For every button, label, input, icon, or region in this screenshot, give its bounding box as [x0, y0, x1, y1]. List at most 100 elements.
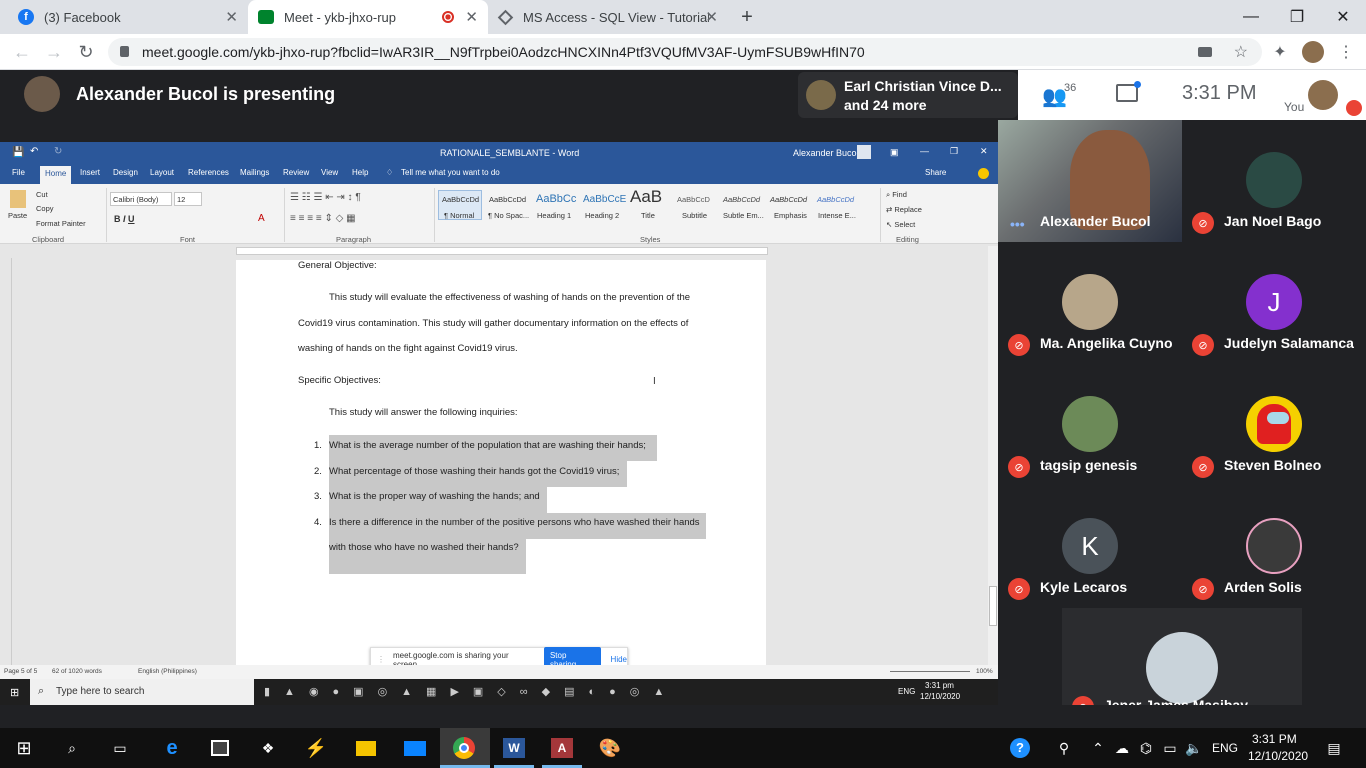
- participant-name: Kyle Lecaros: [1040, 579, 1128, 595]
- among-us-icon: [1257, 404, 1291, 444]
- vertical-scrollbar: [988, 246, 998, 665]
- participant-count: 36: [1064, 82, 1077, 94]
- speaking-icon: •••: [1010, 216, 1025, 232]
- volume-icon[interactable]: 🔈: [1182, 736, 1206, 760]
- participant-name: Arden Solis: [1224, 579, 1302, 595]
- new-tab-button[interactable]: +: [736, 6, 758, 28]
- chevron-up-icon[interactable]: ⌃: [1086, 736, 1110, 760]
- participant-avatar: [1246, 152, 1302, 208]
- participant-avatar: [1062, 396, 1118, 452]
- participant-tile[interactable]: ⊘ Jan Noel Bago: [1182, 120, 1366, 242]
- access-logo-shape: A: [551, 738, 573, 758]
- close-icon[interactable]: ✕: [465, 8, 478, 26]
- app-icon[interactable]: ⚡: [304, 736, 328, 760]
- search-icon[interactable]: ⌕: [60, 736, 84, 760]
- reload-icon[interactable]: ↻: [74, 40, 98, 64]
- participant-tile[interactable]: ⊘ Ma. Angelika Cuyno: [998, 242, 1182, 364]
- restore-button[interactable]: ❐: [1274, 0, 1320, 34]
- divider: [880, 188, 881, 242]
- url-text: meet.google.com/ykb-jhxo-rup?fbclid=IwAR…: [142, 44, 865, 60]
- file-explorer-icon[interactable]: [354, 736, 378, 760]
- cloud-icon[interactable]: ☁: [1110, 736, 1134, 760]
- address-bar[interactable]: meet.google.com/ykb-jhxo-rup?fbclid=IwAR…: [108, 38, 1262, 66]
- star-icon[interactable]: ☆: [1234, 42, 1248, 62]
- language-indicator[interactable]: ENG: [1212, 741, 1238, 755]
- forward-icon[interactable]: →: [42, 40, 66, 64]
- close-window-button[interactable]: ✕: [1320, 0, 1366, 34]
- extensions-icon[interactable]: ✦: [1268, 40, 1292, 64]
- task-view-icon[interactable]: ▭: [108, 736, 132, 760]
- font-color-icon: A: [258, 213, 265, 224]
- you-label: You: [1284, 100, 1305, 114]
- back-icon[interactable]: ←: [10, 40, 34, 64]
- undo-icon: ↶: [30, 146, 39, 157]
- tab-design: Design: [113, 168, 138, 177]
- lock-icon: [120, 46, 129, 57]
- close-icon[interactable]: ✕: [705, 8, 718, 26]
- participant-tile[interactable]: ⊘ Steven Bolneo: [1182, 364, 1366, 486]
- word-icon[interactable]: W: [502, 736, 526, 760]
- network-icon[interactable]: ⌬: [1134, 736, 1158, 760]
- help-icon[interactable]: ?: [1008, 736, 1032, 760]
- style-label: Title: [641, 211, 655, 220]
- find-label: ⌕ Find: [886, 190, 907, 199]
- windows-start-icon[interactable]: ⊞: [12, 736, 36, 760]
- format-painter-label: Format Painter: [36, 219, 86, 228]
- style-label: Heading 2: [585, 211, 620, 220]
- word-title-bar: 💾 ↶ ↻ RATIONALE_SEMBLANTE - Word Alexand…: [0, 142, 998, 164]
- tab-label: Meet - ykb-jhxo-rup: [284, 9, 396, 25]
- presenter-avatar: [24, 76, 60, 112]
- store-icon[interactable]: [208, 736, 232, 760]
- profile-avatar[interactable]: [1302, 41, 1324, 63]
- cut-label: Cut: [36, 190, 48, 199]
- battery-icon[interactable]: ▭: [1158, 736, 1182, 760]
- style-label: ¶ Normal: [444, 211, 475, 220]
- style-label: Emphasis: [774, 211, 807, 220]
- participant-tile[interactable]: ⊘ tagsip genesis: [998, 364, 1182, 486]
- inner-time: 3:31 pm: [925, 681, 954, 690]
- word-user: Alexander Bucol: [793, 148, 859, 158]
- participant-name: Alexander Bucol: [1040, 213, 1151, 229]
- people-icon[interactable]: ⚲: [1052, 736, 1076, 760]
- participant-tile[interactable]: J ⊘ Judelyn Salamanca: [1182, 242, 1366, 364]
- tab-facebook[interactable]: f (3) Facebook ✕: [8, 0, 248, 34]
- word-ribbon-tabs: File Home Insert Design Layout Reference…: [0, 164, 998, 184]
- camera-icon[interactable]: [1198, 47, 1212, 57]
- page-count: Page 5 of 5: [4, 668, 38, 675]
- dropbox-icon[interactable]: ❖: [256, 736, 280, 760]
- minimize-button[interactable]: —: [1228, 0, 1274, 34]
- search-icon: ⌕: [38, 685, 45, 697]
- inner-date: 12/10/2020: [920, 692, 961, 701]
- bold-icon: B I U: [114, 214, 135, 224]
- participant-tile[interactable]: K ⊘ Kyle Lecaros: [998, 486, 1182, 608]
- participant-avatar: [1246, 396, 1302, 452]
- tab-ms-access[interactable]: MS Access - SQL View - Tutorials ✕: [488, 0, 728, 34]
- mail-icon[interactable]: [403, 736, 427, 760]
- chrome-icon[interactable]: [452, 736, 476, 760]
- meet-bottom-gap: [0, 705, 1366, 728]
- shared-screen: 💾 ↶ ↻ RATIONALE_SEMBLANTE - Word Alexand…: [0, 142, 998, 705]
- tab-label: MS Access - SQL View - Tutorials: [523, 9, 709, 25]
- others-chip[interactable]: Earl Christian Vince D... and 24 more: [798, 72, 1018, 118]
- participant-tile-alexander[interactable]: ••• Alexander Bucol: [998, 120, 1182, 242]
- participant-tile[interactable]: ⊘ Arden Solis: [1182, 486, 1366, 608]
- chat-badge: [1134, 81, 1141, 88]
- tab-meet[interactable]: Meet - ykb-jhxo-rup ✕: [248, 0, 488, 34]
- edge-icon[interactable]: e: [160, 736, 184, 760]
- access-icon[interactable]: A: [550, 736, 574, 760]
- list-item-continuation: with those who have no washed their hand…: [329, 542, 519, 553]
- font-name-box: Calibri (Body): [110, 192, 172, 206]
- close-icon[interactable]: ✕: [225, 8, 238, 26]
- notification-icon[interactable]: ▤: [1322, 736, 1346, 760]
- divider: [106, 188, 107, 242]
- windows-taskbar: ⊞ ⌕ ▭ e ❖ ⚡ W A 🎨 ? ⚲ ⌃ ☁ ⌬ ▭ 🔈 ENG 3:31…: [0, 728, 1366, 768]
- clock-time[interactable]: 3:31 PM: [1252, 732, 1297, 746]
- search-box: Type here to search: [30, 679, 254, 705]
- menu-icon[interactable]: ⋮: [1334, 40, 1358, 64]
- paint-icon[interactable]: 🎨: [598, 736, 622, 760]
- self-avatar[interactable]: [1308, 80, 1338, 110]
- others-avatar: [806, 80, 836, 110]
- find-text: Find: [892, 190, 907, 199]
- meet-controls: 👥 36 3:31 PM You: [1018, 70, 1366, 120]
- clock-date[interactable]: 12/10/2020: [1248, 749, 1308, 763]
